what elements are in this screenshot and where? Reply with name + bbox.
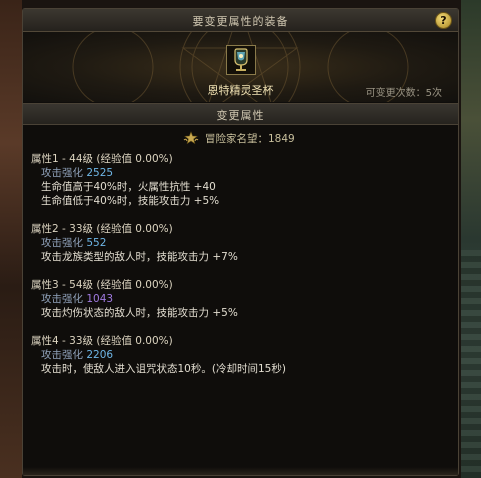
attribute-list: 冒险家名望：1849 属性1 - 44级 (经验值 0.00%) 攻击强化 25… — [23, 125, 458, 471]
chalice-item-icon — [227, 46, 255, 74]
attribute-title: 属性3 - 54级 (经验值 0.00%) — [31, 279, 173, 291]
attribute-effect: 攻击龙族类型的敌人时，技能攻击力 +7% — [41, 251, 238, 263]
stat-value: 2206 — [86, 349, 114, 361]
stat-label: 攻击强化 — [41, 167, 83, 179]
attribute-title: 属性2 - 33级 (经验值 0.00%) — [31, 223, 173, 235]
game-background-right-detail — [461, 250, 481, 478]
fame-emblem-icon — [183, 131, 199, 145]
change-count: 可变更次数：5次 — [365, 88, 442, 99]
attribute-effect: 生命值高于40%时，火属性抗性 +40 — [41, 181, 216, 193]
section-title: 变更属性 — [216, 109, 265, 122]
stat-label: 攻击强化 — [41, 237, 83, 249]
attribute-title: 属性4 - 33级 (经验值 0.00%) — [31, 335, 173, 347]
attribute-title: 属性1 - 44级 (经验值 0.00%) — [31, 153, 173, 165]
window-bottom-edge — [23, 467, 458, 475]
section-header: 变更属性 — [23, 103, 458, 125]
stat-value: 2525 — [86, 167, 114, 179]
equipment-slot[interactable] — [226, 45, 256, 75]
attribute-stat: 攻击强化 2206 — [41, 349, 113, 362]
attribute-effect: 攻击时，使敌人进入诅咒状态10秒。(冷却时间15秒) — [41, 363, 286, 375]
fame-label: 冒险家名望：1849 — [205, 133, 295, 145]
stat-value: 1043 — [86, 293, 114, 305]
attribute-stat: 攻击强化 2525 — [41, 167, 113, 180]
attribute-stat: 攻击强化 552 — [41, 237, 106, 250]
stat-label: 攻击强化 — [41, 293, 83, 305]
attribute-stat: 攻击强化 1043 — [41, 293, 113, 306]
window-title: 要变更属性的装备 — [192, 15, 289, 28]
equipment-attribute-window: 要变更属性的装备 ? 恩特精灵圣杯 可变更次数：5次 变更属性 冒险家名望：18… — [22, 8, 459, 476]
window-title-bar[interactable]: 要变更属性的装备 ? — [23, 9, 458, 32]
equipment-display: 恩特精灵圣杯 可变更次数：5次 — [23, 32, 458, 102]
stat-value: 552 — [86, 237, 107, 249]
help-icon[interactable]: ? — [435, 12, 452, 29]
stat-label: 攻击强化 — [41, 349, 83, 361]
attribute-effect: 攻击灼伤状态的敌人时，技能攻击力 +5% — [41, 307, 238, 319]
game-background-left — [0, 0, 22, 478]
attribute-effect: 生命值低于40%时，技能攻击力 +5% — [41, 195, 220, 207]
